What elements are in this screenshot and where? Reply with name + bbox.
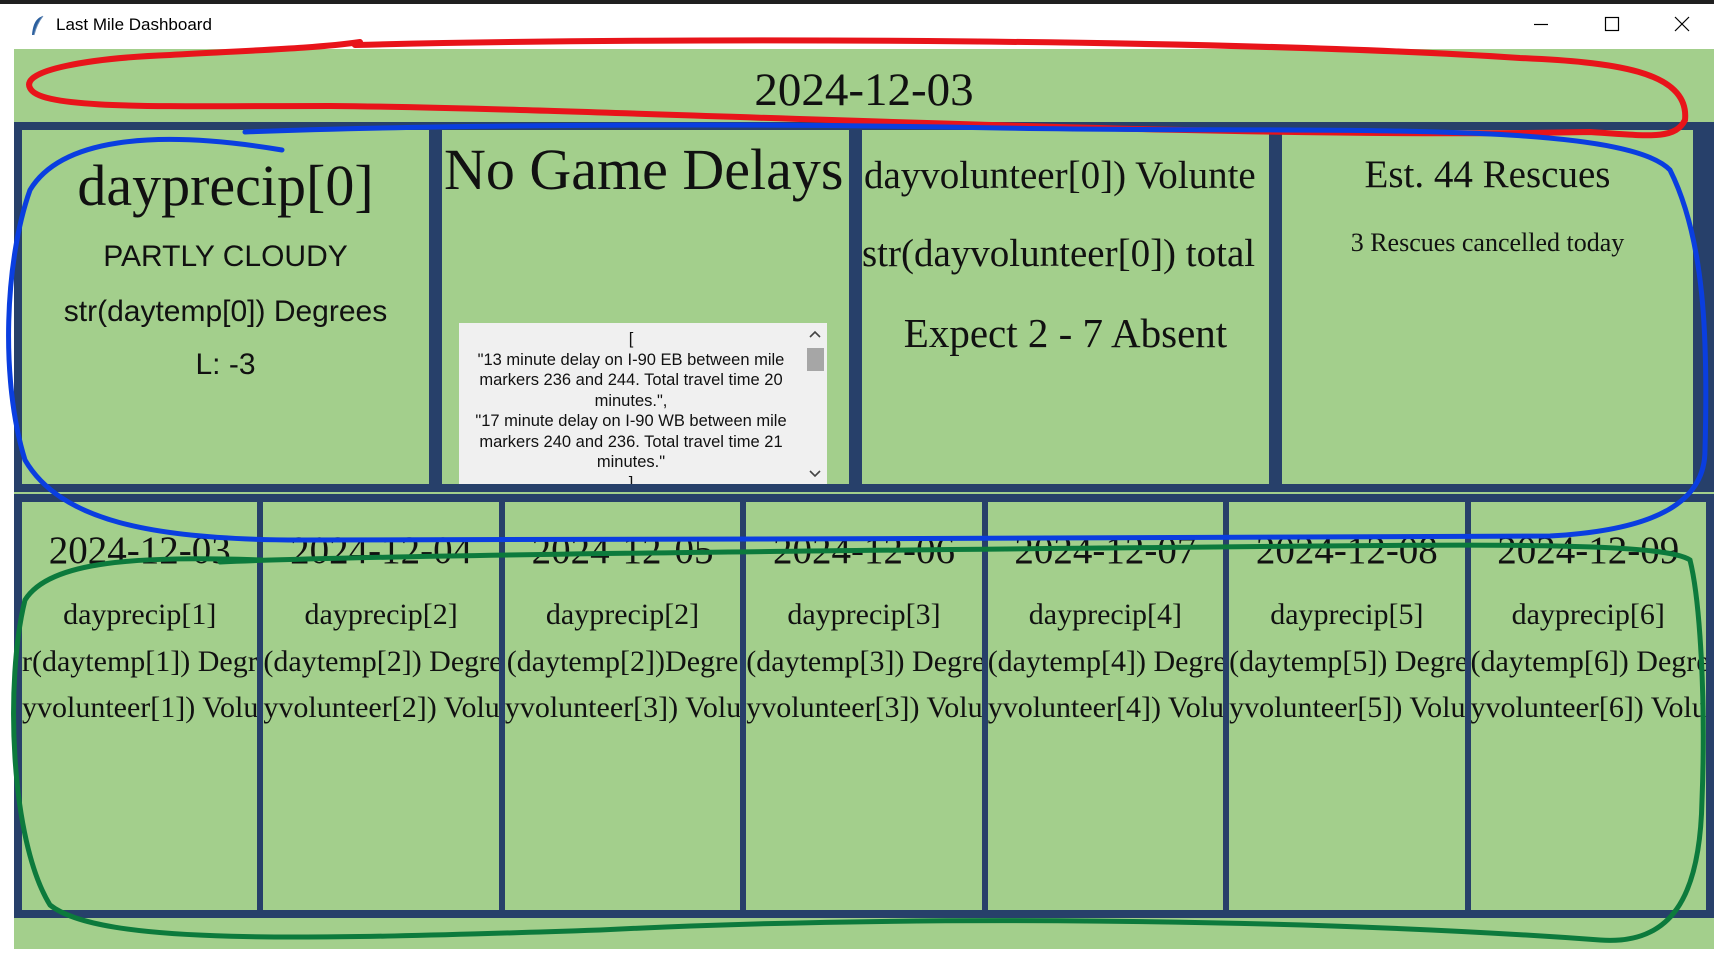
chevron-up-icon[interactable] — [808, 328, 822, 340]
forecast-volunteer: yvolunteer[4]) Volu — [987, 691, 1224, 724]
forecast-date: 2024-12-03 — [48, 529, 231, 572]
forecast-date: 2024-12-04 — [290, 529, 473, 572]
window-title: Last Mile Dashboard — [56, 15, 212, 34]
forecast-day: 2024-12-07 dayprecip[4] (daytemp[4]) Deg… — [987, 502, 1224, 910]
forecast-temp: (daytemp[4]) Degre — [987, 645, 1224, 678]
forecast-date: 2024-12-09 — [1497, 529, 1680, 572]
forecast-precip: dayprecip[1] — [63, 598, 217, 631]
forecast-precip: dayprecip[5] — [1270, 598, 1424, 631]
forecast-temp: (daytemp[5]) Degre — [1229, 645, 1465, 678]
minimize-button[interactable] — [1506, 4, 1576, 49]
forecast-precip: dayprecip[2] — [304, 598, 458, 631]
weather-precip: dayprecip[0] — [77, 153, 374, 218]
forecast-day: 2024-12-09 dayprecip[6] (daytemp[6]) Deg… — [1470, 502, 1706, 910]
dashboard: 2024-12-03 dayprecip[0] PARTLY CLOUDY st… — [14, 49, 1714, 949]
volunteers-panel: dayvolunteer[0]) Volunte str(dayvoluntee… — [862, 130, 1269, 484]
traffic-scrollbar[interactable] — [803, 323, 827, 484]
rescues-panel: Est. 44 Rescues 3 Rescues cancelled toda… — [1282, 130, 1693, 484]
forecast-temp: (daytemp[6]) Degre — [1470, 645, 1706, 678]
title-bar[interactable]: Last Mile Dashboard — [14, 4, 1714, 49]
app-window: Last Mile Dashboard 2024-12-03 dayprecip… — [14, 4, 1714, 949]
forecast-precip: dayprecip[2] — [545, 598, 700, 631]
forecast-date: 2024-12-06 — [772, 529, 955, 572]
forecast-temp: (daytemp[2]) Degre — [263, 645, 499, 678]
weather-low: L: -3 — [195, 348, 256, 381]
forecast-volunteer: yvolunteer[5]) Volu — [1229, 691, 1465, 724]
forecast-day: 2024-12-03 dayprecip[1] r(daytemp[1]) De… — [22, 502, 258, 910]
maximize-icon — [1604, 16, 1620, 32]
forecast-volunteer: yvolunteer[1]) Volu — [22, 691, 258, 724]
forecast-precip: dayprecip[6] — [1511, 598, 1665, 631]
forecast-day: 2024-12-04 dayprecip[2] (daytemp[2]) Deg… — [263, 502, 499, 910]
rescue-estimate: Est. 44 Rescues — [1364, 153, 1611, 196]
traffic-panel: No Game Delays [ "13 minute delay on I-9… — [442, 130, 849, 484]
forecast-volunteer: yvolunteer[2]) Volu — [263, 691, 499, 724]
forecast-precip: dayprecip[4] — [1028, 598, 1183, 631]
forecast-temp: r(daytemp[1]) Degre — [22, 645, 258, 678]
forecast-day: 2024-12-08 dayprecip[5] (daytemp[5]) Deg… — [1229, 502, 1465, 910]
traffic-details-box[interactable]: [ "13 minute delay on I-90 EB between mi… — [459, 323, 827, 484]
volunteer-total: str(dayvolunteer[0]) total — [862, 232, 1256, 275]
forecast-date: 2024-12-07 — [1014, 529, 1197, 572]
today-panels: dayprecip[0] PARTLY CLOUDY str(daytemp[0… — [14, 122, 1714, 492]
volunteer-count: dayvolunteer[0]) Volunte — [864, 154, 1256, 197]
feather-icon — [32, 15, 44, 36]
minimize-icon — [1534, 23, 1548, 26]
forecast-volunteer: yvolunteer[6]) Volu — [1470, 691, 1706, 724]
forecast-precip: dayprecip[3] — [787, 598, 941, 631]
forecast-volunteer: yvolunteer[3]) Volu — [504, 691, 741, 724]
volunteer-absent: Expect 2 - 7 Absent — [903, 310, 1228, 356]
maximize-button[interactable] — [1576, 4, 1646, 49]
rescue-cancelled: 3 Rescues cancelled today — [1350, 228, 1625, 257]
forecast-volunteer: yvolunteer[3]) Volu — [746, 691, 982, 724]
traffic-details-text[interactable]: [ "13 minute delay on I-90 EB between mi… — [459, 329, 803, 484]
header-date: 2024-12-03 — [754, 64, 974, 116]
traffic-title: No Game Delays — [444, 137, 844, 202]
close-button[interactable] — [1646, 4, 1714, 49]
forecast-date: 2024-12-05 — [531, 529, 714, 572]
close-icon — [1674, 16, 1690, 32]
scroll-thumb[interactable] — [807, 348, 824, 371]
forecast-date: 2024-12-08 — [1255, 529, 1438, 572]
weather-panel: dayprecip[0] PARTLY CLOUDY str(daytemp[0… — [22, 130, 429, 484]
forecast-day: 2024-12-06 dayprecip[3] (daytemp[3]) Deg… — [746, 502, 982, 910]
forecast-day: 2024-12-05 dayprecip[2] (daytemp[2])Degr… — [504, 502, 741, 910]
chevron-down-icon[interactable] — [808, 468, 822, 480]
forecast-temp: (daytemp[3]) Degre — [746, 645, 982, 678]
forecast-row: 2024-12-03 dayprecip[1] r(daytemp[1]) De… — [14, 494, 1714, 918]
weather-temperature: str(daytemp[0]) Degrees — [63, 295, 388, 328]
forecast-temp: (daytemp[2])Degre — [506, 645, 739, 678]
weather-condition: PARTLY CLOUDY — [103, 240, 348, 273]
